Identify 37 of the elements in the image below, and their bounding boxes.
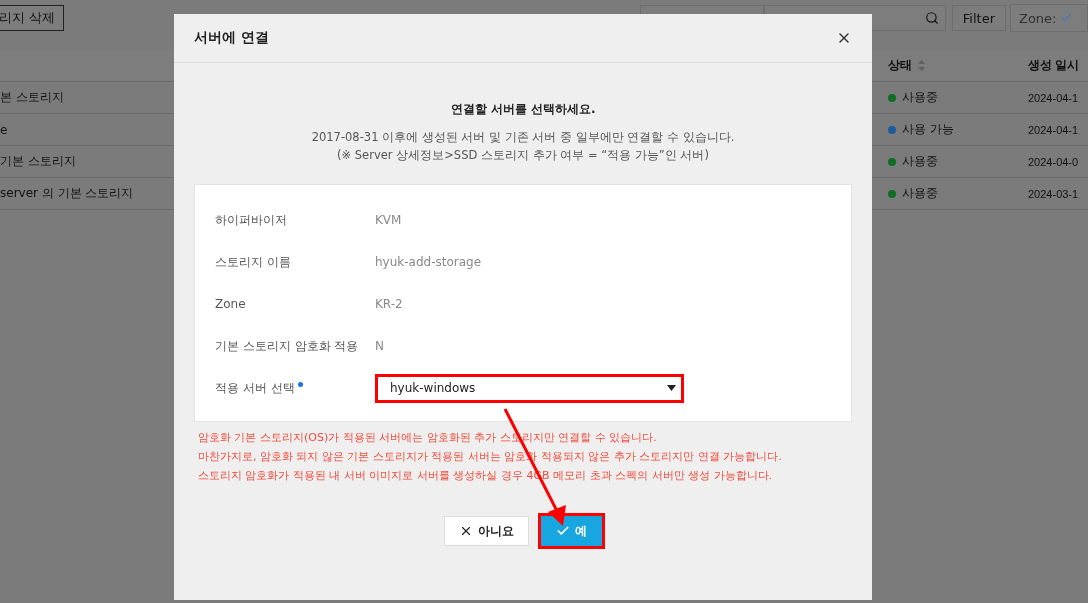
table-cell: 기본 스토리지: [0, 153, 76, 170]
field-label: 기본 스토리지 암호화 적용: [215, 337, 359, 355]
close-icon: [459, 524, 473, 538]
table-cell: 2024-04-1: [1028, 123, 1079, 136]
confirm-button[interactable]: 예: [541, 516, 602, 546]
note-text: 2017-08-31 이후에 생성된 서버 및 기존 서버 중 일부에만 연결할 수 있습니다.: [311, 129, 735, 146]
field-value: N: [375, 339, 384, 353]
field-value: KVM: [375, 213, 402, 227]
dialog-heading: 연결할 서버를 선택하세요.: [450, 101, 596, 118]
field-label: Zone: [215, 297, 246, 311]
table-cell: 2024-03-1: [1028, 187, 1079, 200]
zone-filter[interactable]: Zone:: [1010, 4, 1088, 32]
column-header[interactable]: 상태: [888, 57, 912, 74]
column-header[interactable]: 생성 일시: [1028, 58, 1080, 72]
table-cell: server 의 기본 스토리지: [0, 185, 134, 202]
cancel-button[interactable]: 아니요: [444, 516, 529, 546]
search-icon: [924, 11, 939, 25]
table-cell: 본 스토리지: [0, 89, 64, 106]
field-label: 적용 서버 선택: [215, 379, 295, 397]
caret-icon: [667, 385, 676, 391]
table-cell: 사용중: [902, 185, 938, 202]
filter-button[interactable]: Filter: [951, 5, 1006, 31]
table-cell: 2024-04-0: [1028, 155, 1079, 168]
table-cell: 사용 가능: [902, 121, 954, 138]
field-value: KR-2: [375, 297, 403, 311]
table-cell: 2024-04-1: [1028, 91, 1079, 104]
field-label: 하이퍼바이저: [215, 211, 287, 229]
check-icon: [556, 524, 570, 538]
check-icon: [1060, 12, 1073, 24]
delete-button[interactable]: 리지 삭제: [0, 5, 65, 31]
note-text: (※ Server 상세정보>SSD 스토리지 추가 여부 = “적용 가능”인 서버): [336, 147, 710, 164]
dialog-title: 서버에 연결: [194, 29, 269, 47]
field-label: 스토리지 이름: [215, 253, 291, 271]
table-cell: 사용중: [902, 153, 938, 170]
table-cell: e: [0, 122, 8, 137]
zone-label: Zone:: [1019, 10, 1057, 26]
table-cell: 사용중: [902, 89, 938, 106]
